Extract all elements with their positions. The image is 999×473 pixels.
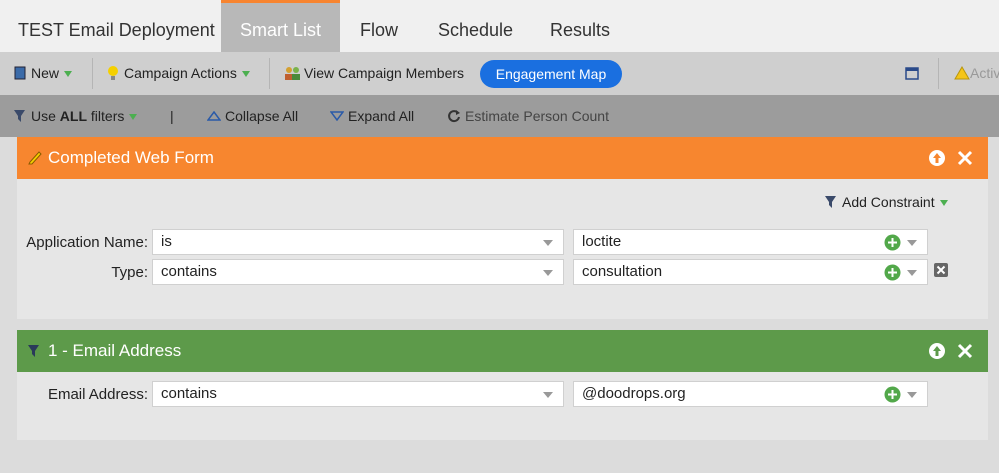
add-icon[interactable] [884, 386, 901, 403]
operator-select[interactable]: contains [152, 381, 564, 407]
filter-title: 1 - Email Address [48, 341, 182, 360]
value-text: loctite [582, 233, 622, 250]
chevron-down-icon [907, 240, 917, 246]
tab-smart-list[interactable]: Smart List [221, 0, 340, 55]
value-input[interactable]: @doodrops.org [573, 381, 928, 407]
operator-value: is [161, 233, 172, 250]
value-input[interactable]: consultation [573, 259, 928, 285]
campaign-actions-button[interactable]: Campaign Actions [107, 52, 250, 95]
new-menu-button[interactable]: New [14, 52, 73, 95]
chevron-down-icon [907, 270, 917, 276]
use-prefix: Use [31, 108, 60, 124]
expand-icon [329, 111, 345, 122]
filter-completed-web-form: Completed Web Form Add Constraint Applic… [17, 137, 988, 319]
use-bold: ALL [59, 108, 88, 124]
divider [938, 58, 939, 89]
move-up-icon[interactable] [928, 149, 946, 167]
campaign-actions-label: Campaign Actions [124, 65, 237, 81]
warning-icon [954, 66, 970, 80]
chevron-down-icon [543, 270, 553, 276]
estimate-person-count-button[interactable]: Estimate Person Count [447, 95, 609, 137]
filter-icon [28, 345, 39, 357]
operator-select[interactable]: contains [152, 259, 564, 285]
filter-email-address: 1 - Email Address Email Address: contain… [17, 330, 988, 440]
use-filters-menu[interactable]: Use ALL filters [13, 95, 138, 137]
filter-header[interactable]: 1 - Email Address [17, 330, 988, 372]
tab-test-email-deployment[interactable]: TEST Email Deployment [0, 3, 233, 55]
refresh-icon [448, 110, 460, 123]
new-label: New [31, 65, 60, 81]
use-suffix: filters [87, 108, 125, 124]
estimate-label: Estimate Person Count [465, 108, 609, 124]
expand-all-button[interactable]: Expand All [329, 95, 415, 137]
tab-flow[interactable]: Flow [342, 3, 416, 55]
close-icon[interactable] [956, 342, 974, 360]
filter-title: Completed Web Form [48, 148, 214, 167]
window-icon-button[interactable] [905, 52, 919, 95]
constraint-label: Type: [111, 264, 148, 281]
chevron-down-icon [939, 200, 948, 207]
chevron-down-icon [543, 392, 553, 398]
operator-value: contains [161, 385, 217, 402]
tab-schedule[interactable]: Schedule [420, 3, 531, 55]
chevron-down-icon [907, 392, 917, 398]
divider [92, 58, 93, 89]
close-icon[interactable] [956, 149, 974, 167]
collapse-label: Collapse All [225, 108, 299, 124]
delete-constraint-icon[interactable] [934, 263, 948, 277]
tab-results[interactable]: Results [532, 3, 628, 55]
filter-toolbar: Use ALL filters | Collapse All Expand Al… [0, 95, 999, 137]
operator-value: contains [161, 263, 217, 280]
collapse-all-button[interactable]: Collapse All [206, 95, 299, 137]
window-icon [905, 67, 919, 80]
chevron-down-icon [64, 71, 73, 78]
active-label: Activ [970, 65, 999, 81]
pencil-icon [28, 151, 42, 165]
lightbulb-icon [108, 66, 118, 80]
view-members-label: View Campaign Members [304, 65, 465, 81]
value-text: consultation [582, 263, 663, 280]
filter-header[interactable]: Completed Web Form [17, 137, 988, 179]
document-icon [14, 66, 26, 80]
move-up-icon[interactable] [928, 342, 946, 360]
divider [269, 58, 270, 89]
add-icon[interactable] [884, 234, 901, 251]
add-icon[interactable] [884, 264, 901, 281]
value-input[interactable]: loctite [573, 229, 928, 255]
tab-bar: TEST Email Deployment Smart List Flow Sc… [0, 0, 999, 55]
add-constraint-button[interactable]: Add Constraint [824, 194, 948, 210]
collapse-icon [206, 110, 222, 121]
value-text: @doodrops.org [582, 385, 686, 402]
filter-icon [825, 196, 836, 208]
constraint-label: Email Address: [47, 386, 148, 403]
chevron-down-icon [543, 240, 553, 246]
divider: | [170, 108, 174, 124]
people-icon [285, 67, 300, 80]
filter-icon [14, 110, 25, 122]
active-status[interactable]: Activ [954, 52, 999, 95]
expand-label: Expand All [348, 108, 415, 124]
view-campaign-members-button[interactable]: View Campaign Members [284, 52, 464, 95]
constraint-label: Application Name: [26, 234, 148, 251]
add-constraint-label: Add Constraint [842, 194, 935, 210]
chevron-down-icon [241, 71, 250, 78]
operator-select[interactable]: is [152, 229, 564, 255]
chevron-down-icon [129, 114, 138, 121]
engagement-map-button[interactable]: Engagement Map [480, 60, 622, 88]
